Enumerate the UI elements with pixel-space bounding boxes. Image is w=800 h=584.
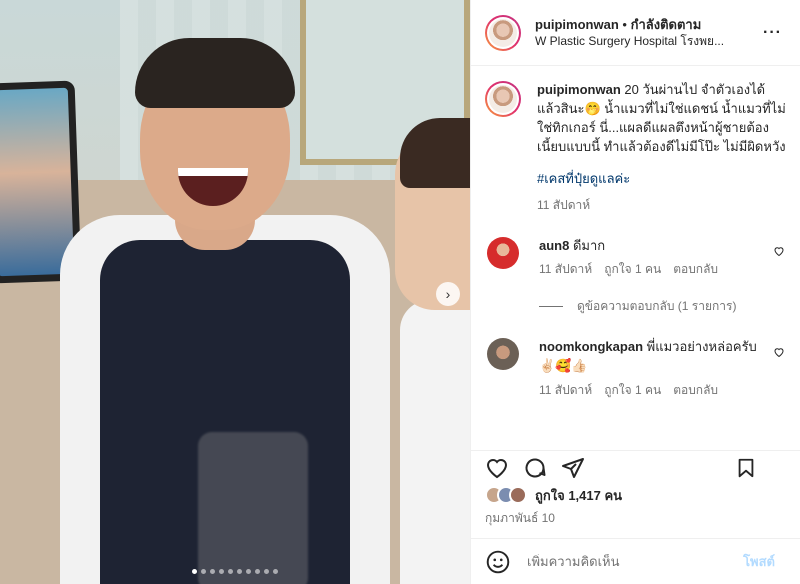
carousel-dot	[219, 569, 224, 574]
caption-username[interactable]: puipimonwan	[537, 82, 621, 97]
carousel-dots	[0, 569, 470, 574]
carousel-dot	[255, 569, 260, 574]
caption-hashtag[interactable]: #เคสที่ปุ๋ยดูแลค่ะ	[537, 170, 787, 189]
author-avatar[interactable]	[485, 14, 521, 51]
comment-time: 11 สัปดาห์	[539, 382, 593, 397]
post-header: puipimonwan • กำลังติดตาม W Plastic Surg…	[471, 0, 800, 66]
carousel-dot	[246, 569, 251, 574]
comment-avatar[interactable]	[487, 337, 519, 370]
post-side-panel: puipimonwan • กำลังติดตาม W Plastic Surg…	[470, 0, 800, 584]
heart-icon[interactable]	[485, 456, 509, 480]
header-separator: •	[622, 16, 627, 32]
view-replies-label: ดูข้อความตอบกลับ (1 รายการ)	[577, 298, 737, 313]
likes-count[interactable]: ถูกใจ 1,417 คน	[535, 485, 622, 506]
follow-status-button[interactable]: กำลังติดตาม	[631, 17, 702, 32]
bookmark-icon[interactable]	[735, 457, 757, 479]
carousel-dot	[192, 569, 197, 574]
liker-avatars	[485, 486, 527, 504]
add-comment-bar: โพสต์	[471, 538, 800, 584]
phone-in-foreground	[198, 432, 308, 584]
carousel-dot	[273, 569, 278, 574]
carousel-dot	[237, 569, 242, 574]
comment-input[interactable]	[527, 554, 737, 569]
comment-item: aun8 ดีมาก 11 สัปดาห์ ถูกใจ 1 คน ตอบกลับ	[485, 236, 787, 279]
view-replies-button[interactable]: ดูข้อความตอบกลับ (1 รายการ)	[539, 297, 787, 316]
likes-row[interactable]: ถูกใจ 1,417 คน	[485, 483, 787, 507]
emoji-icon[interactable]	[485, 549, 511, 575]
comment-reply-button[interactable]: ตอบกลับ	[673, 261, 718, 278]
carousel-next-button[interactable]: ›	[436, 282, 460, 306]
comment-likes[interactable]: ถูกใจ 1 คน	[604, 382, 661, 399]
caption-time: 11 สัปดาห์	[537, 198, 591, 213]
chevron-right-icon: ›	[445, 286, 451, 302]
more-options-button[interactable]: ···	[763, 24, 782, 42]
woman-top	[400, 300, 470, 584]
comment-text: ดีมาก	[572, 237, 606, 253]
comment-username[interactable]: aun8	[539, 238, 569, 253]
comment-time: 11 สัปดาห์	[539, 262, 593, 277]
carousel-dot	[201, 569, 206, 574]
carousel-dot	[264, 569, 269, 574]
author-username[interactable]: puipimonwan	[535, 17, 619, 32]
post-comment-button[interactable]: โพสต์	[743, 551, 775, 572]
man-hair	[135, 38, 295, 108]
comment-avatar[interactable]	[487, 236, 519, 269]
carousel-dot	[210, 569, 215, 574]
comment-item: noomkongkapan พี่แมวอย่างหล่อครับ ✌🏻🥰👍🏻 …	[485, 337, 787, 399]
caption-avatar[interactable]	[485, 81, 521, 117]
comment-like-heart-icon[interactable]	[773, 346, 785, 361]
comment-like-heart-icon[interactable]	[773, 245, 785, 260]
post-photo: ›	[0, 0, 470, 584]
comment-reply-button[interactable]: ตอบกลับ	[673, 382, 718, 399]
comment-icon[interactable]	[523, 456, 547, 480]
share-icon[interactable]	[561, 456, 585, 480]
carousel-dot	[228, 569, 233, 574]
caption: puipimonwan 20 วันผ่านไป จำตัวเองได้แล้ว…	[485, 81, 787, 215]
comment-username[interactable]: noomkongkapan	[539, 339, 643, 354]
post-date[interactable]: กุมภาพันธ์ 10	[485, 509, 787, 528]
post-actions: ถูกใจ 1,417 คน กุมภาพันธ์ 10	[471, 450, 800, 534]
more-horizontal-icon: ···	[763, 24, 782, 41]
comments-section: puipimonwan 20 วันผ่านไป จำตัวเองได้แล้ว…	[471, 67, 800, 450]
post-location[interactable]: W Plastic Surgery Hospital โรงพย...	[535, 33, 745, 49]
comment-likes[interactable]: ถูกใจ 1 คน	[604, 261, 661, 278]
